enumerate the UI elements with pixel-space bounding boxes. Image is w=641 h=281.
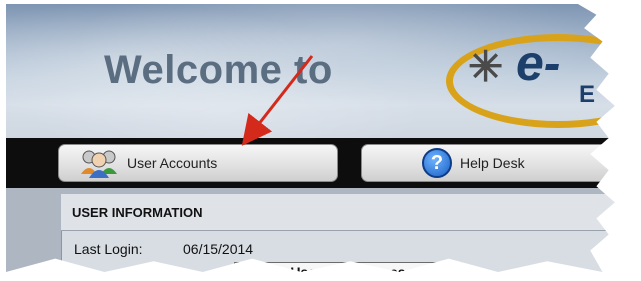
screenshot-frame: Welcome to ✳ e- E User Accounts ? Help D…	[6, 4, 615, 272]
red-arrow-annotation	[241, 55, 314, 146]
